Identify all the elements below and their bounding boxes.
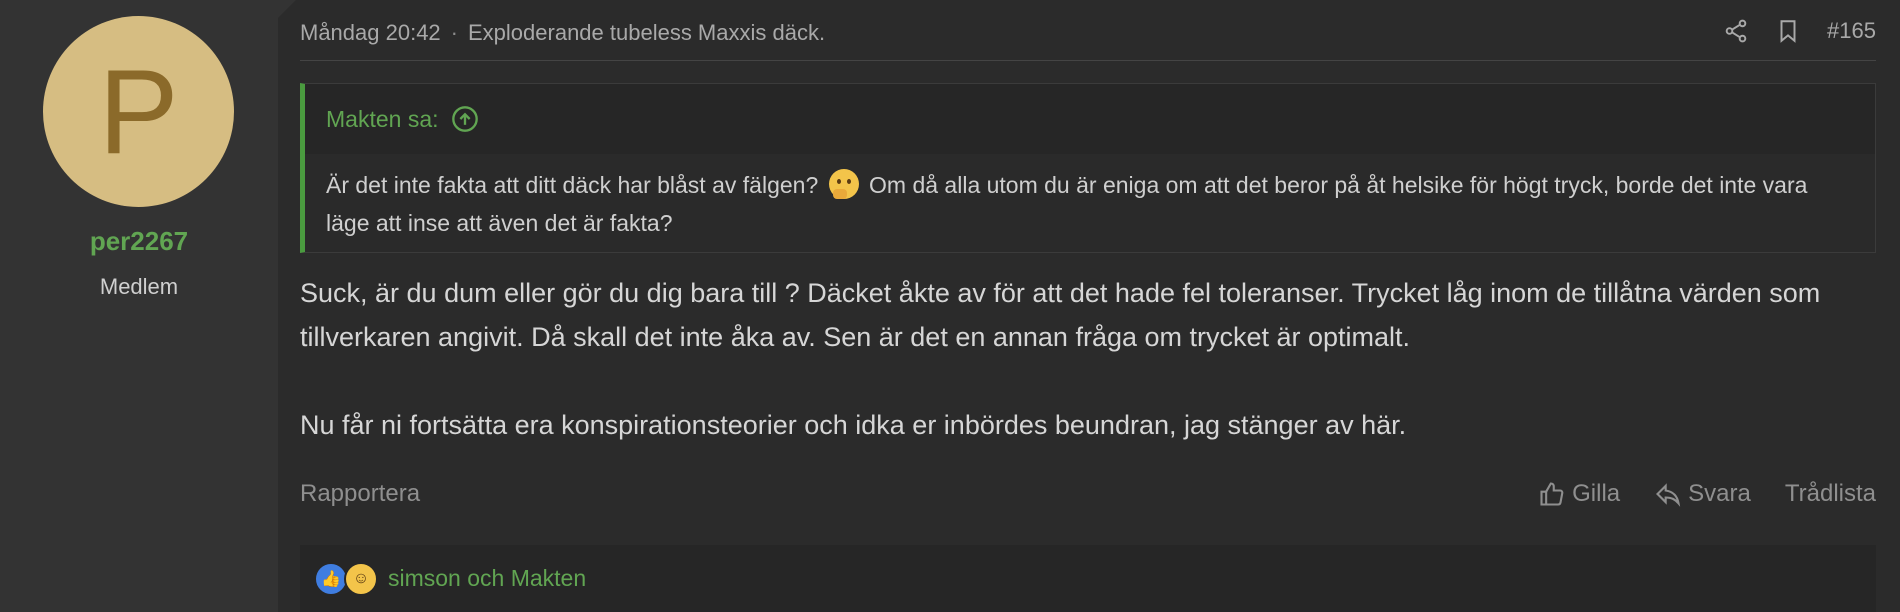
reaction-users-link[interactable]: simson och Makten	[388, 565, 586, 592]
reply-label: Svara	[1688, 480, 1751, 507]
quote-text-part1: Är det inte fakta att ditt däck har blås…	[326, 172, 819, 198]
message-body: Suck, är du dum eller gör du dig bara ti…	[300, 271, 1860, 447]
username-link[interactable]: per2267	[0, 226, 278, 257]
quote-author: Makten sa:	[326, 105, 439, 132]
report-link[interactable]: Rapportera	[300, 480, 420, 508]
message-cell: Måndag 20:42 · Exploderande tubeless Max…	[278, 0, 1900, 612]
quote-attribution[interactable]: Makten sa:	[305, 84, 1875, 154]
thumbs-up-icon	[1540, 482, 1564, 506]
quote-content: Är det inte fakta att ditt däck har blås…	[305, 154, 1875, 252]
avatar-letter: P	[98, 44, 179, 179]
user-cell: P per2267 Medlem	[0, 0, 296, 612]
laughing-reaction-icon: ☺	[344, 561, 378, 596]
like-reaction-icon: 👍	[314, 561, 348, 596]
like-button[interactable]: Gilla	[1538, 480, 1620, 508]
post-actions: Gilla Svara Trådlista	[1538, 480, 1876, 508]
post-footer: Rapportera Gilla Svara Trådlista	[300, 474, 1876, 514]
message-paragraph: Suck, är du dum eller gör du dig bara ti…	[300, 278, 1821, 352]
avatar[interactable]: P	[43, 16, 234, 207]
share-icon[interactable]	[1723, 18, 1749, 44]
separator: ·	[450, 20, 458, 45]
reactions-bar: 👍 ☺ simson och Makten	[300, 545, 1876, 612]
arrow-up-circle-icon[interactable]	[451, 105, 479, 133]
post-attribution: Måndag 20:42 · Exploderande tubeless Max…	[300, 20, 825, 46]
user-title: Medlem	[99, 274, 179, 299]
bookmark-icon[interactable]	[1775, 18, 1801, 44]
threadlist-link[interactable]: Trådlista	[1785, 480, 1876, 508]
reply-arrow-icon	[1656, 483, 1681, 507]
post-top-actions: #165	[1723, 18, 1876, 44]
header-divider	[300, 60, 1876, 61]
quote-block: Makten sa: Är det inte fakta att ditt dä…	[300, 83, 1876, 253]
post-number-link[interactable]: #165	[1827, 18, 1876, 44]
reply-button[interactable]: Svara	[1654, 480, 1751, 508]
forum-post: P per2267 Medlem Måndag 20:42 · Exploder…	[0, 0, 1900, 612]
message-paragraph: Nu får ni fortsätta era konspirationsteo…	[300, 410, 1407, 440]
like-label: Gilla	[1572, 480, 1621, 507]
thread-title: Exploderande tubeless Maxxis däck.	[468, 20, 826, 45]
thinking-face-icon	[828, 169, 859, 199]
post-date-link[interactable]: Måndag 20:42	[300, 20, 441, 46]
